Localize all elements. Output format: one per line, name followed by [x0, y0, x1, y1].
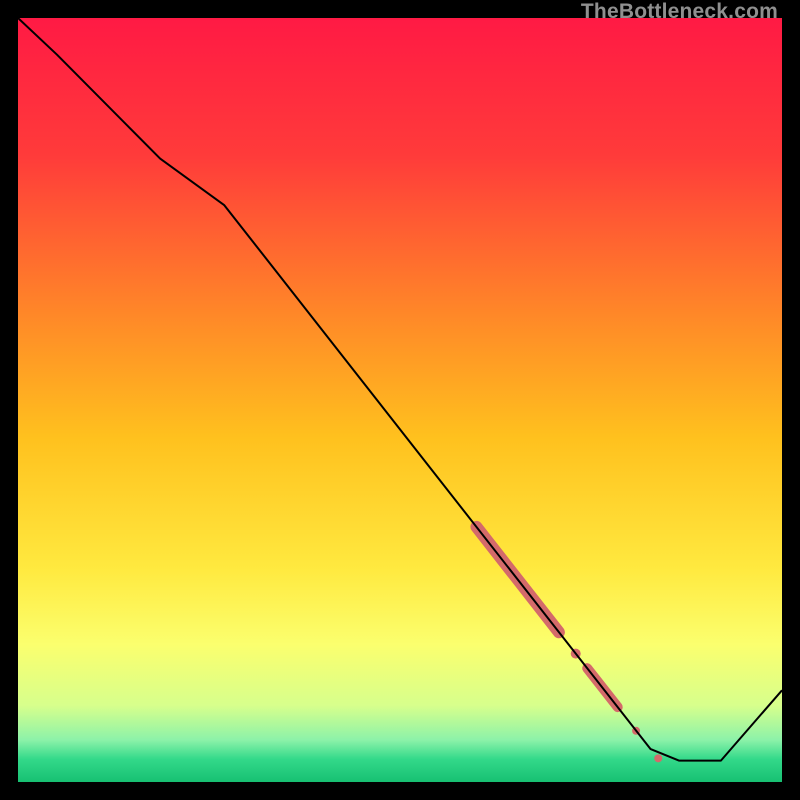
- chart-frame: [18, 18, 782, 782]
- gradient-background: [18, 18, 782, 782]
- dot-3: [654, 754, 662, 762]
- chart-svg: [18, 18, 782, 782]
- watermark-text: TheBottleneck.com: [581, 0, 778, 24]
